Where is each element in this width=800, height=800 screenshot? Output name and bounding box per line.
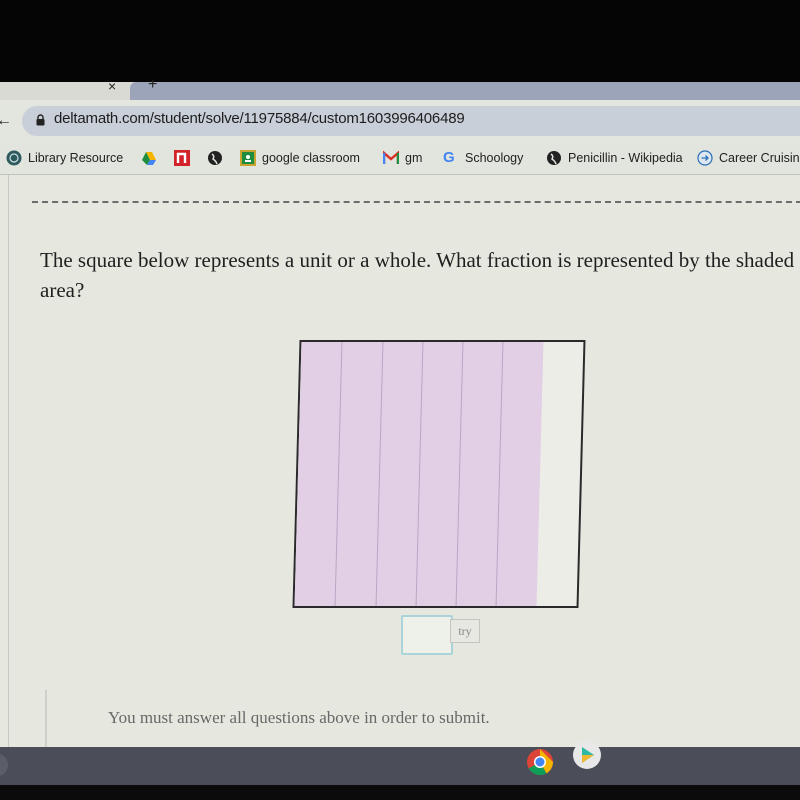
submit-requirement-note: You must answer all questions above in o… — [108, 708, 490, 727]
question-text: The square below represents a unit or a … — [40, 248, 795, 302]
os-shelf — [0, 747, 800, 785]
gmail-icon — [383, 150, 399, 164]
google-drive-icon — [142, 152, 156, 165]
lock-icon — [36, 114, 45, 126]
bookmark-penicillin-wikipedia[interactable]: Penicillin - Wikipedia — [546, 149, 683, 167]
bookmark-label: Penicillin - Wikipedia — [568, 151, 683, 165]
screen-bezel-top — [0, 0, 800, 82]
globe-icon — [208, 151, 222, 165]
globe-icon — [547, 151, 561, 165]
bookmark-label: Library Resource — [28, 151, 124, 165]
bookmark-career-cruising[interactable]: Career Cruising — [697, 149, 800, 167]
bookmark-n[interactable] — [174, 149, 196, 167]
left-border — [8, 175, 9, 747]
bookmark-label: Schoology — [465, 151, 524, 165]
n-icon — [174, 150, 190, 166]
bookmark-google-drive[interactable] — [141, 149, 163, 167]
play-store-icon[interactable] — [572, 740, 602, 770]
close-icon[interactable]: × — [108, 78, 116, 94]
try-button[interactable]: try — [450, 619, 480, 643]
bookmark-globe[interactable] — [207, 149, 229, 167]
google-icon: G — [443, 149, 455, 166]
bookmark-google-classroom[interactable]: google classroom — [240, 149, 360, 167]
arrow-circle-icon — [697, 150, 713, 166]
google-classroom-icon — [240, 150, 256, 166]
answer-input[interactable] — [401, 615, 453, 655]
fraction-model-square — [292, 340, 586, 608]
chrome-icon[interactable] — [525, 747, 555, 777]
bookmark-schoology[interactable]: G Schoology — [443, 149, 523, 167]
section-divider — [32, 201, 800, 203]
browser-tab[interactable] — [130, 82, 800, 100]
bookmark-label: gm — [405, 151, 423, 165]
back-arrow-icon[interactable]: ← — [0, 112, 12, 130]
bookmark-gm[interactable]: gm — [383, 149, 422, 167]
library-icon — [6, 150, 22, 166]
bookmark-label: Career Cruising — [719, 151, 800, 165]
screen-bezel-bottom — [0, 785, 800, 800]
bookmark-label: google classroom — [262, 151, 360, 165]
left-border — [45, 690, 47, 750]
url-text[interactable]: deltamath.com/student/solve/11975884/cus… — [54, 110, 465, 127]
bookmark-library-resource[interactable]: Library Resource — [6, 149, 123, 167]
plus-icon[interactable]: + — [148, 76, 157, 94]
